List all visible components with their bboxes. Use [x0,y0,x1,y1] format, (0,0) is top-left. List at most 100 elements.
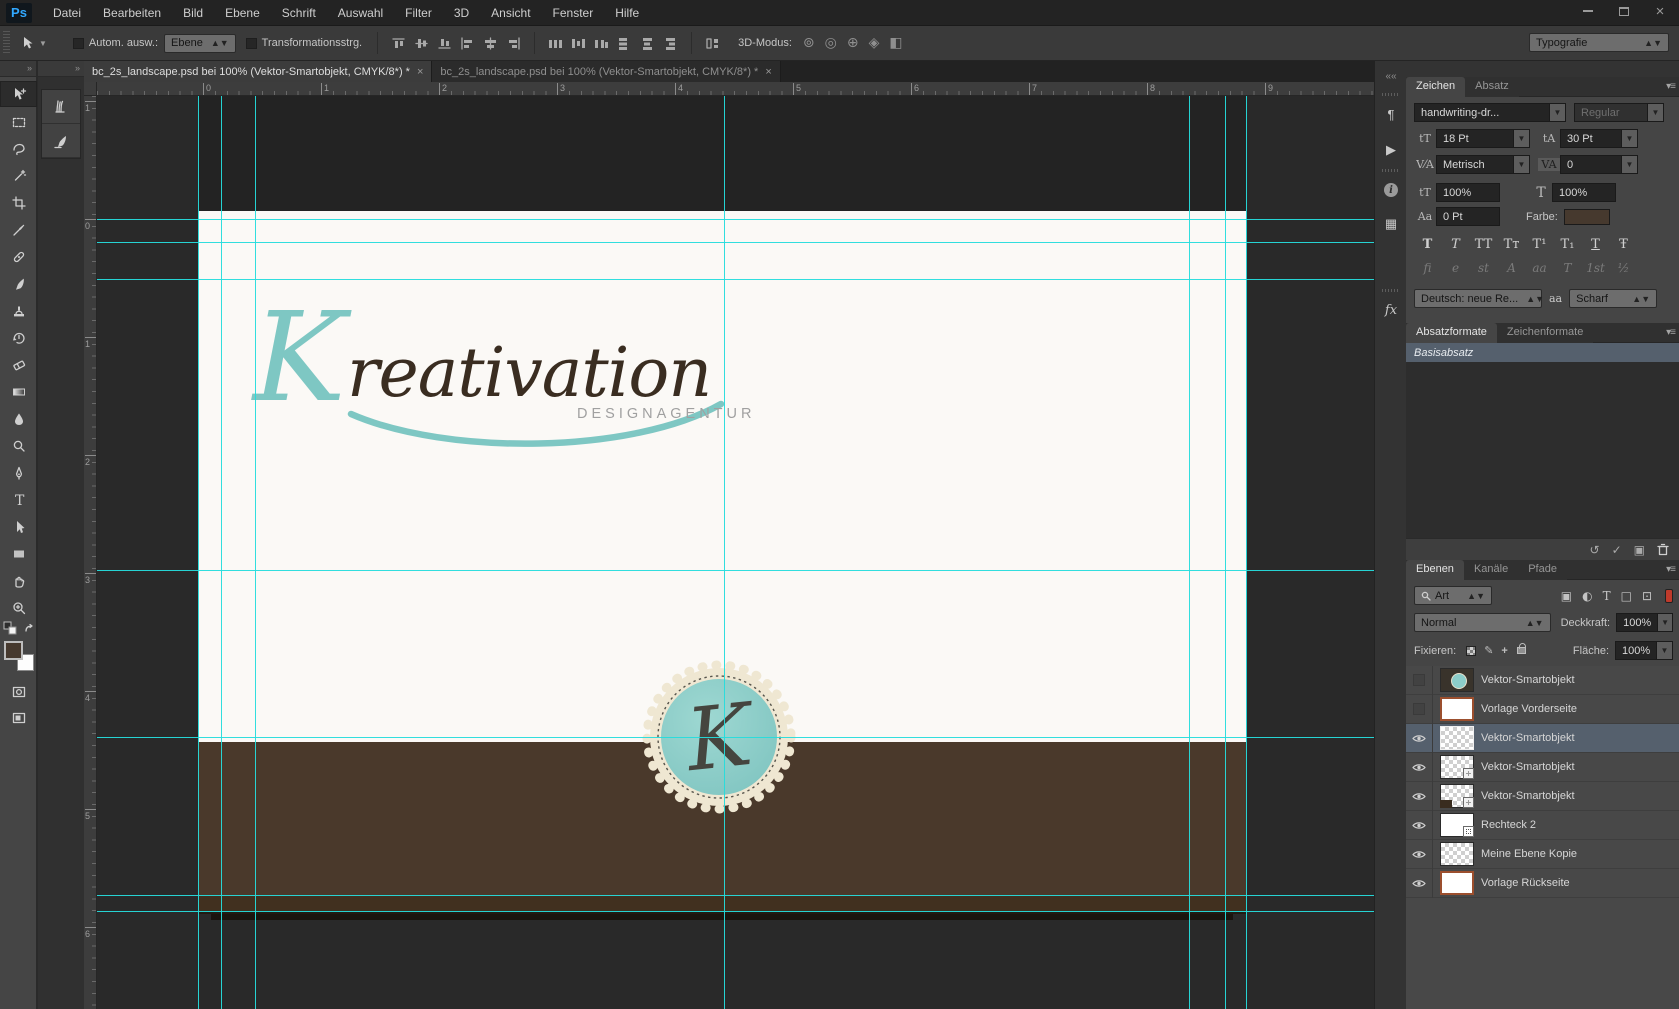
distribute-vcenter-icon[interactable] [570,36,587,51]
guide-horizontal[interactable] [97,279,1374,280]
quick-mask-button[interactable] [0,679,37,705]
layer-thumbnail[interactable] [1440,726,1474,750]
visibility-toggle[interactable] [1406,811,1433,840]
tab-absatzformate[interactable]: Absatzformate [1406,323,1497,343]
language-dropdown[interactable]: Deutsch: neue Re...▲▼ [1414,289,1542,308]
paragraph-styles-panel-icon[interactable]: ¶ [1375,101,1407,127]
layer-thumbnail[interactable] [1440,668,1474,692]
leading-field[interactable]: 30 Pt [1560,129,1622,148]
path-select-tool[interactable] [0,514,37,540]
auto-select-target-dropdown[interactable]: Ebene▲▼ [164,34,236,53]
lock-all-icon[interactable] [1517,647,1526,654]
guide-horizontal[interactable] [97,737,1374,738]
visibility-toggle[interactable] [1406,724,1433,753]
strikethrough-button[interactable]: Ŧ [1612,235,1635,253]
menu-fenster[interactable]: Fenster [542,0,605,26]
filter-shape-layers-icon[interactable]: □ [1621,589,1632,603]
menu-schrift[interactable]: Schrift [271,0,327,26]
panel-menu-icon[interactable]: ▾≡ [1666,564,1675,575]
visibility-toggle[interactable] [1406,753,1433,782]
guide-horizontal[interactable] [97,911,1374,912]
canvas-content[interactable]: K reativation DESIGNAGENTUR K [97,96,1374,1009]
dodge-tool[interactable] [0,433,37,459]
tab-close-icon[interactable]: × [417,66,423,78]
fill-dropdown-icon[interactable]: ▼ [1657,641,1673,660]
brush-presets-icon[interactable] [42,90,80,124]
swap-colors-icon[interactable] [3,621,35,635]
panel-menu-icon[interactable]: ▾≡ [1666,81,1675,92]
character-styles-panel-icon[interactable]: ▦ [1375,211,1407,237]
opacity-dropdown-icon[interactable]: ▼ [1658,613,1673,632]
align-top-icon[interactable] [390,36,407,51]
lock-pixels-icon[interactable]: ✎ [1484,644,1493,657]
auto-align-icon[interactable] [704,36,721,51]
menu-hilfe[interactable]: Hilfe [604,0,650,26]
layer-thumbnail[interactable] [1440,697,1474,721]
3d-camera-icon[interactable]: ◧ [889,35,902,51]
visibility-toggle[interactable] [1406,666,1433,695]
layer-thumbnail[interactable] [1440,813,1474,837]
swash-button[interactable]: A [1500,261,1523,275]
kerning-dropdown-icon[interactable]: ▼ [1514,155,1530,174]
all-caps-button[interactable]: TT [1472,235,1495,253]
tracking-field[interactable]: 0 [1560,155,1622,174]
layer-thumbnail[interactable] [1440,871,1474,895]
3d-roll-icon[interactable]: ◎ [825,35,837,51]
baseline-shift-field[interactable]: 0 Pt [1436,207,1500,226]
document-tab-2[interactable]: bc_2s_landscape.psd bei 100% (Vektor-Sma… [432,61,780,82]
visibility-toggle[interactable] [1406,695,1433,724]
guide-vertical[interactable] [221,96,222,1009]
menu-datei[interactable]: Datei [42,0,92,26]
3d-orbit-icon[interactable]: ⊚ [803,35,815,51]
toolbar-collapse-icon[interactable]: » [0,61,36,77]
visibility-toggle[interactable] [1406,782,1433,811]
horizontal-scale-field[interactable]: 100% [1552,183,1616,202]
guide-horizontal[interactable] [97,895,1374,896]
small-caps-button[interactable]: Tᴛ [1500,235,1523,253]
opacity-field[interactable]: 100% [1616,613,1658,632]
magic-wand-tool[interactable] [0,163,37,189]
fractions-button[interactable]: ½ [1612,261,1635,275]
ruler-top[interactable]: 0123456789 [97,82,1374,96]
pen-tool[interactable] [0,460,37,486]
menu-auswahl[interactable]: Auswahl [327,0,394,26]
distribute-right-icon[interactable] [662,36,679,51]
lock-position-icon[interactable]: + [1501,645,1507,657]
dock-expand-icon[interactable]: «« [1375,63,1407,89]
contextual-alternates-button[interactable]: e [1444,261,1467,275]
transform-controls-checkbox[interactable] [246,38,257,49]
guide-horizontal[interactable] [97,219,1374,220]
guide-vertical[interactable] [1246,96,1247,1009]
panel-menu-icon[interactable]: ▾≡ [1666,327,1675,338]
apply-style-icon[interactable]: ✓ [1612,543,1622,557]
dock-collapse-icon[interactable]: » [38,61,84,77]
layer-row[interactable]: Rechteck 2 [1406,811,1679,840]
brush-tool[interactable] [0,271,37,297]
minimize-button[interactable] [1577,3,1599,19]
align-hcenter-icon[interactable] [482,36,499,51]
layer-filter-toggle[interactable] [1665,589,1673,603]
filter-type-layers-icon[interactable]: T [1603,589,1611,603]
font-family-dropdown-icon[interactable]: ▼ [1550,103,1566,122]
faux-bold-button[interactable]: T [1416,235,1439,253]
layer-row-selected[interactable]: Vektor-Smartobjekt [1406,724,1679,753]
filter-adjustment-layers-icon[interactable]: ◐ [1582,589,1592,603]
tool-preset-picker[interactable]: ▼ [16,33,51,53]
ligatures-button[interactable]: fi [1416,261,1439,275]
type-tool[interactable]: T [0,487,37,513]
menu-ansicht[interactable]: Ansicht [480,0,541,26]
font-style-field[interactable]: Regular [1574,103,1648,122]
align-bottom-icon[interactable] [436,36,453,51]
menu-bearbeiten[interactable]: Bearbeiten [92,0,172,26]
blur-tool[interactable] [0,406,37,432]
brush-icon[interactable] [42,124,80,158]
actions-panel-icon[interactable]: ▶ [1375,137,1407,163]
layer-row[interactable]: Vektor-Smartobjekt [1406,666,1679,695]
underline-button[interactable]: T [1584,235,1607,253]
zoom-tool[interactable] [0,595,37,621]
tab-zeichen[interactable]: Zeichen [1406,77,1465,97]
font-size-field[interactable]: 18 Pt [1436,129,1514,148]
tab-zeichenformate[interactable]: Zeichenformate [1497,323,1593,343]
layer-row[interactable]: Vorlage Rückseite [1406,869,1679,898]
tab-ebenen[interactable]: Ebenen [1406,560,1464,580]
